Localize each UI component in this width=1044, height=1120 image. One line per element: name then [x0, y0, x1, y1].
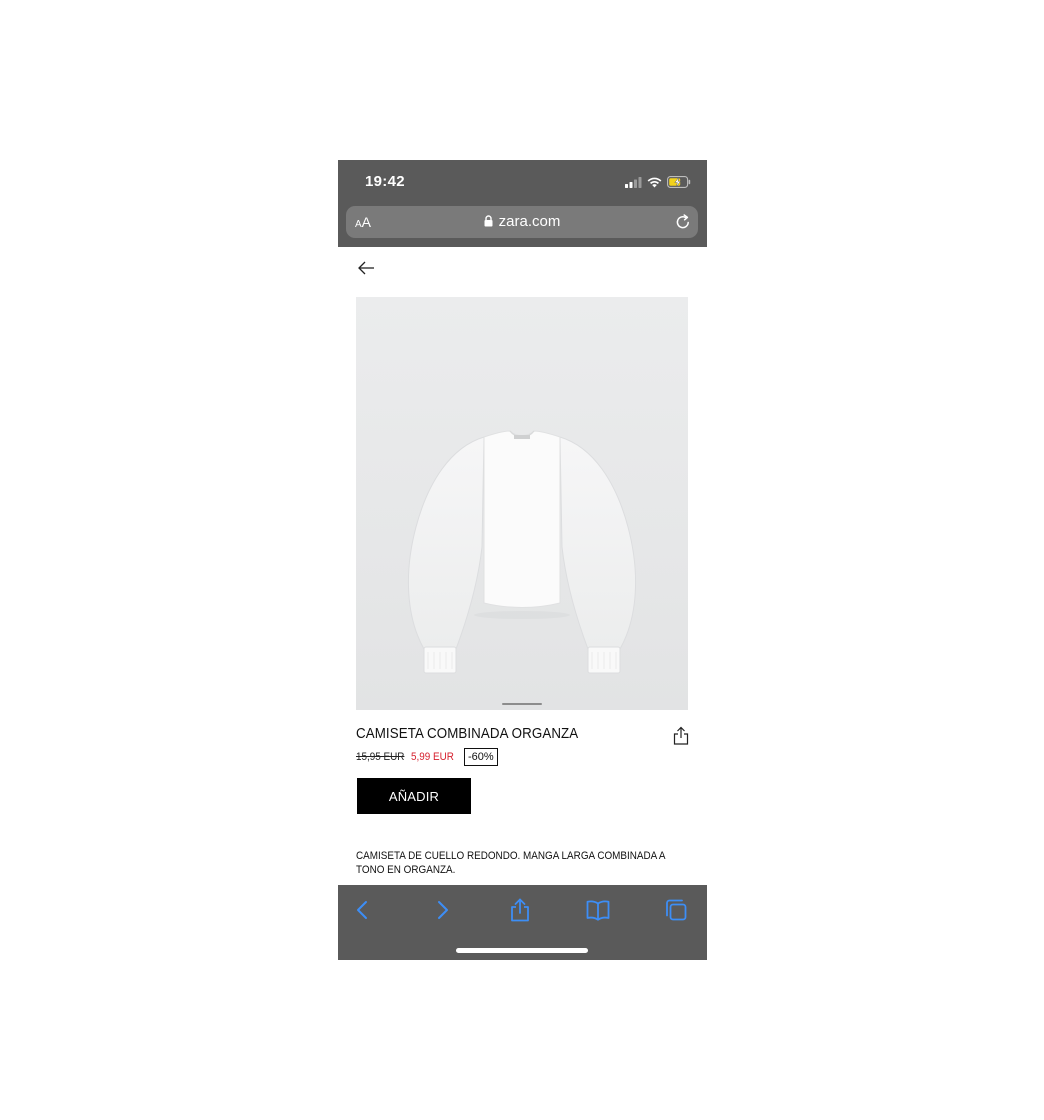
- bookmarks-icon[interactable]: [585, 897, 611, 923]
- url-display[interactable]: zara.com: [346, 213, 698, 231]
- browser-top-bar: 19:42 AA zara.com: [338, 160, 707, 247]
- sale-price: 5,99 EUR: [411, 751, 454, 763]
- home-indicator[interactable]: [456, 948, 588, 953]
- url-text: zara.com: [498, 213, 561, 230]
- share-icon[interactable]: [672, 726, 690, 746]
- phone-screen: 19:42 AA zara.com CAMISETA COMBINADA ORG…: [338, 160, 707, 960]
- product-title: CAMISETA COMBINADA ORGANZA: [356, 726, 579, 742]
- back-icon[interactable]: [350, 897, 376, 923]
- forward-icon[interactable]: [429, 897, 455, 923]
- status-time: 19:42: [365, 173, 405, 190]
- reload-icon[interactable]: [674, 213, 692, 231]
- arrow-left-icon[interactable]: [356, 259, 376, 277]
- lock-icon: [484, 215, 493, 227]
- old-price: 15,95 EUR: [356, 751, 405, 763]
- discount-badge: -60%: [464, 748, 498, 766]
- product-description: CAMISETA DE CUELLO REDONDO. MANGA LARGA …: [356, 850, 665, 876]
- product-image[interactable]: [356, 297, 688, 710]
- wifi-icon: [647, 177, 662, 187]
- address-bar[interactable]: AA zara.com: [346, 206, 698, 238]
- browser-toolbar: [338, 885, 707, 960]
- price-row: 15,95 EUR 5,99 EUR -60%: [356, 747, 498, 767]
- battery-charging-icon: [667, 176, 691, 188]
- sweater-illustration: [407, 430, 637, 674]
- status-icons: [625, 175, 691, 189]
- signal-icon: [625, 176, 642, 188]
- add-to-cart-button[interactable]: AÑADIR: [357, 778, 471, 814]
- image-scroll-indicator: [502, 703, 542, 705]
- tabs-icon[interactable]: [663, 897, 689, 923]
- share-icon[interactable]: [507, 897, 533, 923]
